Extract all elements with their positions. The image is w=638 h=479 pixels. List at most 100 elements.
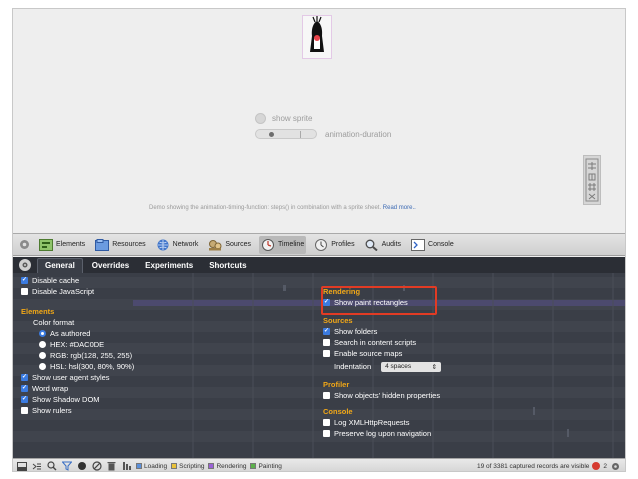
toolbar-resources-label: Resources bbox=[112, 241, 146, 248]
read-more-link[interactable]: Read more.. bbox=[383, 205, 416, 211]
demo-page: show sprite animation-duration Demo show… bbox=[13, 9, 625, 233]
disable-cache-checkbox[interactable]: ✓ bbox=[21, 277, 28, 284]
as-authored-radio[interactable] bbox=[39, 330, 46, 337]
elements-heading: Elements bbox=[21, 307, 55, 316]
word-wrap-label: Word wrap bbox=[32, 384, 69, 393]
highlight-box bbox=[321, 286, 437, 315]
animation-duration-control: animation-duration bbox=[255, 129, 391, 139]
hidden-properties-option[interactable]: Show objects' hidden properties bbox=[323, 390, 441, 401]
tab-shortcuts[interactable]: Shortcuts bbox=[202, 259, 253, 273]
tab-experiments[interactable]: Experiments bbox=[138, 259, 200, 273]
disable-js-option[interactable]: Disable JavaScript bbox=[21, 286, 134, 297]
hex-radio[interactable] bbox=[39, 341, 46, 348]
show-sprite-toggle[interactable]: show sprite bbox=[255, 113, 312, 124]
toolbar-elements[interactable]: Elements bbox=[37, 236, 87, 254]
records-count: 19 of 3381 captured records are visible bbox=[477, 462, 590, 470]
user-agent-styles-option[interactable]: ✓ Show user agent styles bbox=[21, 372, 134, 383]
preserve-log-checkbox[interactable] bbox=[323, 430, 330, 437]
source-maps-checkbox[interactable] bbox=[323, 350, 330, 357]
toolbar-audits[interactable]: Audits bbox=[363, 236, 403, 254]
preserve-log-option[interactable]: Preserve log upon navigation bbox=[323, 428, 441, 439]
category-loading[interactable]: Loading bbox=[136, 463, 167, 470]
log-xhr-checkbox[interactable] bbox=[323, 419, 330, 426]
record-icon[interactable] bbox=[76, 461, 87, 472]
filter-icon[interactable] bbox=[61, 461, 72, 472]
hidden-properties-checkbox[interactable] bbox=[323, 392, 330, 399]
color-format-hex[interactable]: HEX: #DAC0DE bbox=[21, 339, 134, 350]
settings-gear-icon-small[interactable] bbox=[610, 461, 621, 472]
color-format-rgb[interactable]: RGB: rgb(128, 255, 255) bbox=[21, 350, 134, 361]
timeline-icon bbox=[261, 238, 275, 252]
category-rendering[interactable]: Rendering bbox=[208, 463, 246, 470]
search-icon[interactable] bbox=[46, 461, 57, 472]
rulers-checkbox[interactable] bbox=[21, 407, 28, 414]
settings-gear-icon[interactable] bbox=[19, 259, 31, 271]
hidden-properties-label: Show objects' hidden properties bbox=[334, 391, 441, 400]
toolbar-profiles[interactable]: Profiles bbox=[312, 236, 356, 254]
slider-thumb[interactable] bbox=[269, 132, 274, 137]
console-heading: Console bbox=[323, 407, 353, 416]
toolbar-network-label: Network bbox=[172, 241, 199, 248]
toolbar-console[interactable]: Console bbox=[409, 236, 456, 254]
category-painting[interactable]: Painting bbox=[250, 463, 282, 470]
source-maps-option[interactable]: Enable source maps bbox=[323, 348, 441, 359]
as-authored-label: As authored bbox=[50, 329, 91, 338]
color-format-hsl[interactable]: HSL: hsl(300, 80%, 90%) bbox=[21, 361, 134, 372]
log-xhr-option[interactable]: Log XMLHttpRequests bbox=[323, 417, 441, 428]
rulers-option[interactable]: Show rulers bbox=[21, 405, 134, 416]
show-sprite-radio[interactable] bbox=[255, 113, 266, 124]
show-folders-checkbox[interactable]: ✓ bbox=[323, 328, 330, 335]
clear-icon[interactable] bbox=[91, 461, 102, 472]
rgb-radio[interactable] bbox=[39, 352, 46, 359]
dock-icon[interactable] bbox=[17, 238, 31, 252]
indentation-value: 4 spaces bbox=[385, 362, 412, 370]
user-agent-styles-checkbox[interactable]: ✓ bbox=[21, 374, 28, 381]
scripting-swatch bbox=[171, 463, 178, 469]
disable-cache-option[interactable]: ✓ Disable cache bbox=[21, 275, 134, 286]
indentation-select[interactable]: 4 spaces ⇕ bbox=[381, 361, 442, 372]
toolbar-timeline[interactable]: Timeline bbox=[259, 235, 307, 254]
error-badge-icon[interactable] bbox=[592, 462, 601, 470]
toolbar-audits-label: Audits bbox=[381, 241, 402, 248]
sprite-image bbox=[302, 15, 332, 59]
network-icon bbox=[156, 238, 170, 252]
log-xhr-label: Log XMLHttpRequests bbox=[334, 418, 410, 427]
shadow-dom-option[interactable]: ✓ Show Shadow DOM bbox=[21, 394, 134, 405]
search-content-scripts-checkbox[interactable] bbox=[323, 339, 330, 346]
show-folders-option[interactable]: ✓ Show folders bbox=[323, 326, 441, 337]
word-wrap-option[interactable]: ✓ Word wrap bbox=[21, 383, 134, 394]
settings-panel: General Overrides Experiments Shortcuts … bbox=[13, 257, 625, 458]
search-content-scripts-option[interactable]: Search in content scripts bbox=[323, 337, 441, 348]
hsl-radio[interactable] bbox=[39, 363, 46, 370]
settings-left-column: ✓ Disable cache Disable JavaScript Eleme… bbox=[21, 275, 134, 416]
shadow-dom-label: Show Shadow DOM bbox=[32, 395, 100, 404]
rendering-swatch bbox=[208, 463, 215, 469]
tab-overrides[interactable]: Overrides bbox=[85, 259, 136, 273]
memory-icon[interactable] bbox=[121, 461, 132, 472]
indentation-setting: Indentation 4 spaces ⇕ bbox=[323, 359, 442, 374]
word-wrap-checkbox[interactable]: ✓ bbox=[21, 385, 28, 392]
tab-general[interactable]: General bbox=[37, 258, 83, 273]
category-scripting[interactable]: Scripting bbox=[171, 463, 204, 470]
slider-tick bbox=[300, 131, 301, 138]
console-drawer-icon[interactable] bbox=[31, 461, 42, 472]
elements-icon bbox=[39, 238, 53, 252]
disable-js-checkbox[interactable] bbox=[21, 288, 28, 295]
toolbar-elements-label: Elements bbox=[56, 241, 86, 248]
status-right: 19 of 3381 captured records are visible … bbox=[477, 461, 625, 472]
shadow-dom-checkbox[interactable]: ✓ bbox=[21, 396, 28, 403]
toolbar-sources[interactable]: Sources bbox=[206, 236, 253, 254]
animation-duration-slider[interactable] bbox=[255, 129, 317, 139]
painting-swatch bbox=[250, 463, 257, 469]
console-icon bbox=[411, 238, 426, 252]
settings-tabs: General Overrides Experiments Shortcuts bbox=[13, 257, 625, 273]
trash-icon[interactable] bbox=[106, 461, 117, 472]
select-arrows-icon: ⇕ bbox=[431, 363, 438, 371]
dock-toggle-icon[interactable] bbox=[16, 461, 27, 472]
toolbar-profiles-label: Profiles bbox=[331, 241, 355, 248]
caption-text: Demo showing the animation-timing-functi… bbox=[149, 205, 382, 211]
resources-icon bbox=[95, 238, 110, 252]
toolbar-resources[interactable]: Resources bbox=[93, 236, 147, 254]
toolbar-network[interactable]: Network bbox=[154, 236, 201, 254]
color-format-as-authored[interactable]: As authored bbox=[21, 328, 134, 339]
